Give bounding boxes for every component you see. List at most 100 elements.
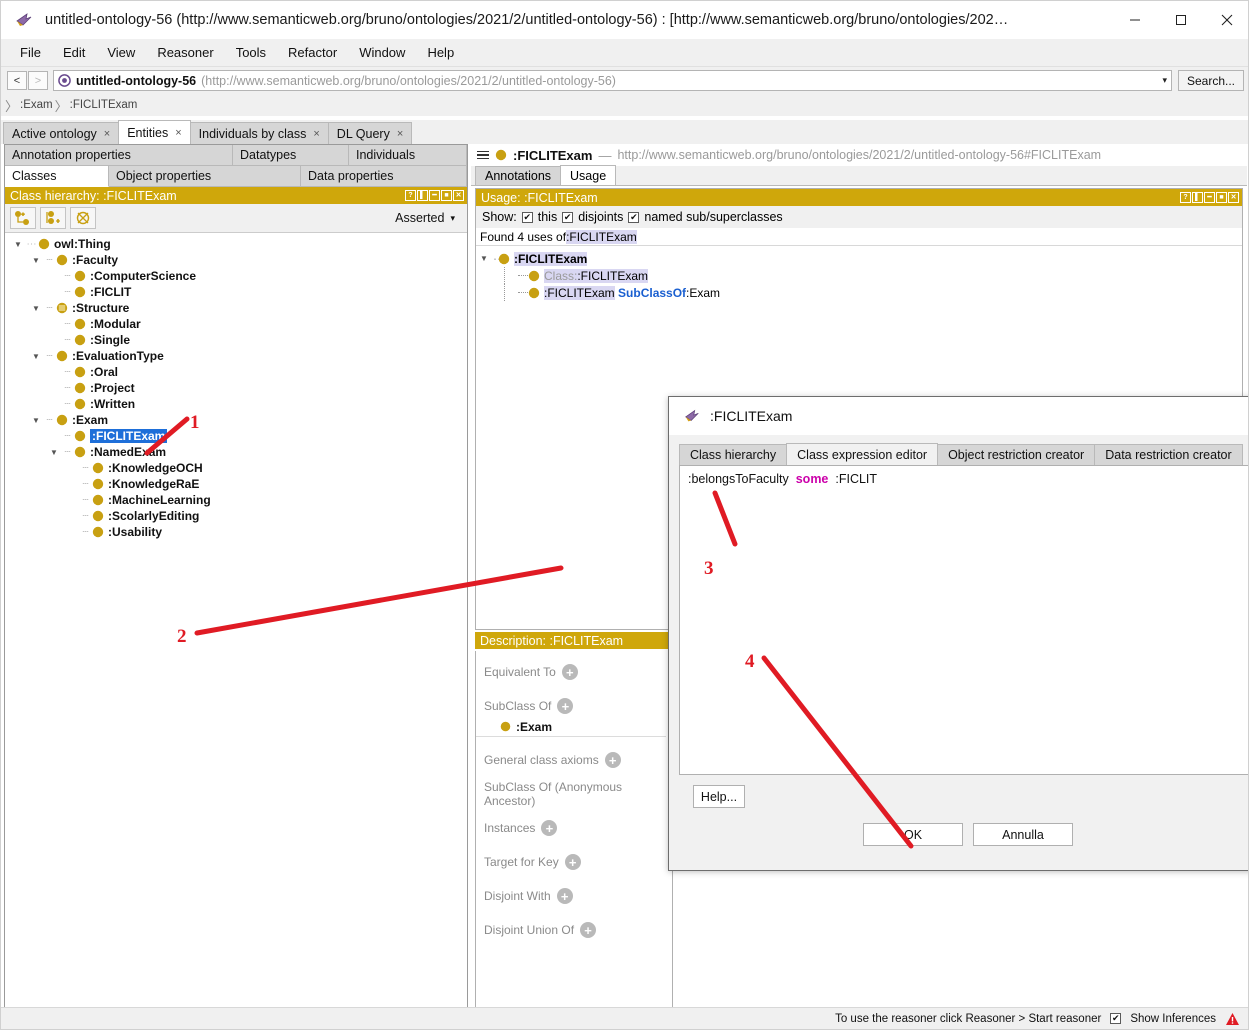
close-panel-icon[interactable]: ✕ [1228,192,1239,203]
ok-button[interactable]: OK [863,823,963,846]
tree-twisty-icon[interactable]: ▼ [47,448,61,457]
tree-node-modular[interactable]: ┄:Modular [5,316,467,332]
maximize-panel-icon[interactable]: ■ [441,190,452,201]
tree-node-knowledgeoch[interactable]: ┄:KnowledgeOCH [5,460,467,476]
menu-edit[interactable]: Edit [52,41,96,64]
menu-icon[interactable] [477,150,489,160]
chevron-down-icon[interactable]: ▾ [1154,75,1167,86]
subtab-classes[interactable]: Classes [5,166,109,187]
tab-entities[interactable]: Entities × [118,120,191,144]
close-icon[interactable]: × [397,128,403,140]
delete-class-icon[interactable] [70,207,96,229]
tree-node-owlthing[interactable]: ▼ ⋯ owl:Thing [5,236,467,252]
add-subclass-icon[interactable] [10,207,36,229]
tree-twisty-icon[interactable]: ▼ [480,254,493,263]
menu-file[interactable]: File [9,41,52,64]
subtab-data-properties[interactable]: Data properties [301,166,467,187]
dialog-tab-class-expression-editor[interactable]: Class expression editor [786,443,939,465]
split-horizontal-icon[interactable]: ━ [429,190,440,201]
add-icon[interactable]: + [564,854,581,870]
breadcrumb-item-ficlitexam[interactable]: 〉 :FICLITExam [55,96,138,115]
subtab-datatypes[interactable]: Datatypes [233,145,349,166]
tree-twisty-icon[interactable]: ▼ [29,256,43,265]
dialog-tab-class-hierarchy[interactable]: Class hierarchy [679,444,788,465]
help-icon[interactable]: ? [1180,192,1191,203]
subtab-individuals[interactable]: Individuals [349,145,467,166]
nav-forward-button[interactable]: > [28,71,48,90]
nav-back-button[interactable]: < [7,71,27,90]
tree-node-oral[interactable]: ┄:Oral [5,364,467,380]
tree-node-project[interactable]: ┄:Project [5,380,467,396]
split-vertical-icon[interactable]: ▌ [417,190,428,201]
cancel-button[interactable]: Annulla [973,823,1073,846]
breadcrumb-item-exam[interactable]: 〉 :Exam [5,96,53,115]
tree-twisty-icon[interactable]: ▼ [11,240,25,249]
tab-individuals-by-class[interactable]: Individuals by class × [189,122,329,144]
checkbox-disjoints[interactable]: ✔ [562,211,574,223]
add-icon[interactable]: + [604,752,621,768]
maximize-panel-icon[interactable]: ■ [1216,192,1227,203]
add-sibling-icon[interactable] [40,207,66,229]
menu-view[interactable]: View [96,41,146,64]
tree-node-written[interactable]: ┄:Written [5,396,467,412]
tab-usage[interactable]: Usage [560,165,617,185]
tree-twisty-icon[interactable]: ▼ [29,416,43,425]
add-icon[interactable]: + [561,664,578,680]
tree-node-single[interactable]: ┄:Single [5,332,467,348]
usage-row[interactable]: Class: :FICLITExam [476,267,1242,284]
tree-node-faculty[interactable]: ▼ ┄:Faculty [5,252,467,268]
show-inferences-checkbox[interactable]: ✔ [1110,1013,1122,1024]
warning-triangle-icon[interactable] [1225,1012,1240,1026]
menu-refactor[interactable]: Refactor [277,41,348,64]
close-icon[interactable]: × [175,127,181,139]
tree-node-ficlitexam[interactable]: ┄:FICLITExam [5,428,467,444]
reasoner-view-combo[interactable]: Asserted ▾ [391,208,459,228]
ontology-combo[interactable]: untitled-ontology-56 (http://www.semanti… [53,70,1172,91]
checkbox-named-sub-superclasses[interactable]: ✔ [628,211,640,223]
tree-node-computerscience[interactable]: ┄:ComputerScience [5,268,467,284]
close-icon[interactable]: × [313,128,319,140]
split-vertical-icon[interactable]: ▌ [1192,192,1203,203]
menu-reasoner[interactable]: Reasoner [146,41,224,64]
description-value-row[interactable]: :Exam [476,717,666,737]
add-icon[interactable]: + [580,922,597,938]
class-expression-input[interactable]: :belongsToFaculty some :FICLIT [679,465,1248,775]
tree-node-exam[interactable]: ▼ ┄:Exam [5,412,467,428]
close-panel-icon[interactable]: ✕ [453,190,464,201]
usage-row[interactable]: ▼ ⋯ :FICLITExam [476,250,1242,267]
tree-node-knowledgerae[interactable]: ┄:KnowledgeRaE [5,476,467,492]
tree-node-evaluationtype[interactable]: ▼ ┄:EvaluationType [5,348,467,364]
tab-dl-query[interactable]: DL Query × [327,122,413,144]
tree-node-structure[interactable]: ▼ ┄:Structure [5,300,467,316]
split-horizontal-icon[interactable]: ━ [1204,192,1215,203]
menu-tools[interactable]: Tools [225,41,277,64]
tree-node-namedexam[interactable]: ▼ ┄:NamedExam [5,444,467,460]
dialog-tab-object-restriction-creator[interactable]: Object restriction creator [937,444,1096,465]
tab-active-ontology[interactable]: Active ontology × [3,122,120,144]
minimize-button[interactable] [1112,1,1158,39]
add-icon[interactable]: + [541,820,558,836]
usage-results-tree[interactable]: ▼ ⋯ :FICLITExam Class: :FICLITExam : [476,246,1242,301]
tree-node-usability[interactable]: ┄:Usability [5,524,467,540]
dialog-tab-data-restriction-creator[interactable]: Data restriction creator [1094,444,1243,465]
class-hierarchy-tree[interactable]: ▼ ⋯ owl:Thing ▼ ┄:Faculty ┄:ComputerScience ┄:… [5,233,467,1011]
subtab-annotation-properties[interactable]: Annotation properties [5,145,233,166]
menu-window[interactable]: Window [348,41,416,64]
add-icon[interactable]: + [556,888,573,904]
close-button[interactable] [1204,1,1248,39]
close-icon[interactable]: × [104,128,110,140]
help-icon[interactable]: ? [405,190,416,201]
menu-help[interactable]: Help [416,41,465,64]
subtab-object-properties[interactable]: Object properties [109,166,301,187]
tree-node-scolarlyediting[interactable]: ┄:ScolarlyEditing [5,508,467,524]
usage-row[interactable]: :FICLITExam SubClassOf :Exam [476,284,1242,301]
tree-twisty-icon[interactable]: ▼ [29,304,43,313]
tree-node-ficlit[interactable]: ┄:FICLIT [5,284,467,300]
help-button[interactable]: Help... [693,785,745,808]
checkbox-this[interactable]: ✔ [521,211,533,223]
tree-node-machinelearning[interactable]: ┄:MachineLearning [5,492,467,508]
tab-annotations[interactable]: Annotations [475,166,562,185]
add-icon[interactable]: + [557,698,574,714]
search-button[interactable]: Search... [1177,70,1244,91]
tree-twisty-icon[interactable]: ▼ [29,352,43,361]
